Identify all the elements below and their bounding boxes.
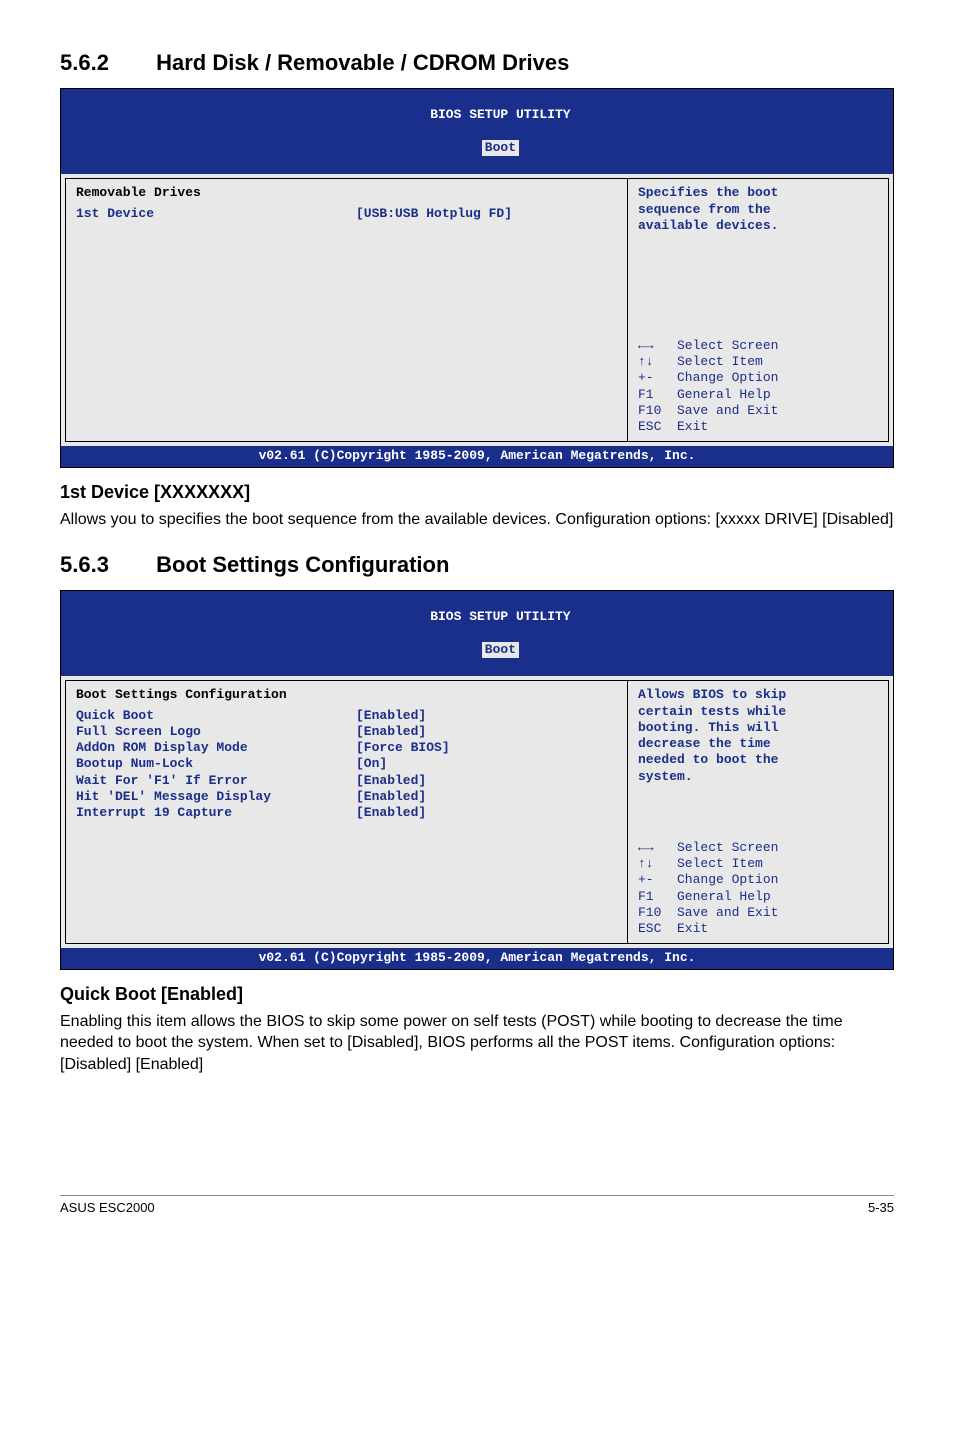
bios2-row4-label: Wait For 'F1' If Error xyxy=(76,773,356,789)
bios2-row1-value: [Enabled] xyxy=(356,724,426,740)
bios2-row5-label: Hit 'DEL' Message Display xyxy=(76,789,356,805)
bios1-key-legend: ←→ Select Screen ↑↓ Select Item +- Chang… xyxy=(638,338,878,436)
bios1-help-panel: Specifies the boot sequence from the ava… xyxy=(627,178,889,442)
bios2-row-bootup-numlock[interactable]: Bootup Num-Lock [On] xyxy=(76,756,617,772)
bios2-header: BIOS SETUP UTILITY Boot xyxy=(61,591,893,676)
bios1-left-panel: Removable Drives 1st Device [USB:USB Hot… xyxy=(65,178,627,442)
bios2-copyright: v02.61 (C)Copyright 1985-2009, American … xyxy=(61,948,893,968)
footer-right: 5-35 xyxy=(868,1200,894,1215)
bios1-tab-boot: Boot xyxy=(482,140,519,156)
bios2-row-full-screen-logo[interactable]: Full Screen Logo [Enabled] xyxy=(76,724,617,740)
section-563-number: 5.6.3 xyxy=(60,552,150,578)
first-device-paragraph: Allows you to specifies the boot sequenc… xyxy=(60,509,894,531)
bios2-row2-value: [Force BIOS] xyxy=(356,740,450,756)
bios2-row0-label: Quick Boot xyxy=(76,708,356,724)
footer-left: ASUS ESC2000 xyxy=(60,1200,155,1215)
bios2-tab-boot: Boot xyxy=(482,642,519,658)
bios-boot-settings: BIOS SETUP UTILITY Boot Boot Settings Co… xyxy=(60,590,894,970)
bios1-help-text: Specifies the boot sequence from the ava… xyxy=(638,185,878,234)
quick-boot-heading: Quick Boot [Enabled] xyxy=(60,984,894,1005)
bios2-row-addon-rom[interactable]: AddOn ROM Display Mode [Force BIOS] xyxy=(76,740,617,756)
section-562-heading: 5.6.2 Hard Disk / Removable / CDROM Driv… xyxy=(60,50,894,76)
bios2-left-heading: Boot Settings Configuration xyxy=(76,687,617,703)
bios2-row-interrupt-19[interactable]: Interrupt 19 Capture [Enabled] xyxy=(76,805,617,821)
first-device-heading: 1st Device [XXXXXXX] xyxy=(60,482,894,503)
bios2-row-hit-del[interactable]: Hit 'DEL' Message Display [Enabled] xyxy=(76,789,617,805)
bios2-left-panel: Boot Settings Configuration Quick Boot [… xyxy=(65,680,627,944)
bios2-row-wait-f1[interactable]: Wait For 'F1' If Error [Enabled] xyxy=(76,773,617,789)
bios1-header-line1: BIOS SETUP UTILITY xyxy=(430,107,570,122)
bios2-row1-label: Full Screen Logo xyxy=(76,724,356,740)
bios2-row-quick-boot[interactable]: Quick Boot [Enabled] xyxy=(76,708,617,724)
section-562-number: 5.6.2 xyxy=(60,50,150,76)
bios1-copyright: v02.61 (C)Copyright 1985-2009, American … xyxy=(61,446,893,466)
bios2-row2-label: AddOn ROM Display Mode xyxy=(76,740,356,756)
section-562-title: Hard Disk / Removable / CDROM Drives xyxy=(156,50,569,75)
bios2-row6-label: Interrupt 19 Capture xyxy=(76,805,356,821)
bios-removable-drives: BIOS SETUP UTILITY Boot Removable Drives… xyxy=(60,88,894,468)
bios1-row-1st-device[interactable]: 1st Device [USB:USB Hotplug FD] xyxy=(76,206,617,222)
bios2-key-legend: ←→ Select Screen ↑↓ Select Item +- Chang… xyxy=(638,840,878,938)
bios1-header: BIOS SETUP UTILITY Boot xyxy=(61,89,893,174)
bios2-row5-value: [Enabled] xyxy=(356,789,426,805)
bios2-row0-value: [Enabled] xyxy=(356,708,426,724)
bios1-row0-label: 1st Device xyxy=(76,206,356,222)
bios2-help-panel: Allows BIOS to skip certain tests while … xyxy=(627,680,889,944)
section-563-title: Boot Settings Configuration xyxy=(156,552,449,577)
bios2-row3-value: [On] xyxy=(356,756,387,772)
bios2-row6-value: [Enabled] xyxy=(356,805,426,821)
bios2-header-line1: BIOS SETUP UTILITY xyxy=(430,609,570,624)
bios1-left-heading: Removable Drives xyxy=(76,185,617,201)
section-563-heading: 5.6.3 Boot Settings Configuration xyxy=(60,552,894,578)
bios2-row3-label: Bootup Num-Lock xyxy=(76,756,356,772)
page-footer: ASUS ESC2000 5-35 xyxy=(60,1195,894,1215)
quick-boot-paragraph: Enabling this item allows the BIOS to sk… xyxy=(60,1011,894,1076)
bios2-row4-value: [Enabled] xyxy=(356,773,426,789)
bios2-help-text: Allows BIOS to skip certain tests while … xyxy=(638,687,878,785)
bios1-row0-value: [USB:USB Hotplug FD] xyxy=(356,206,512,222)
